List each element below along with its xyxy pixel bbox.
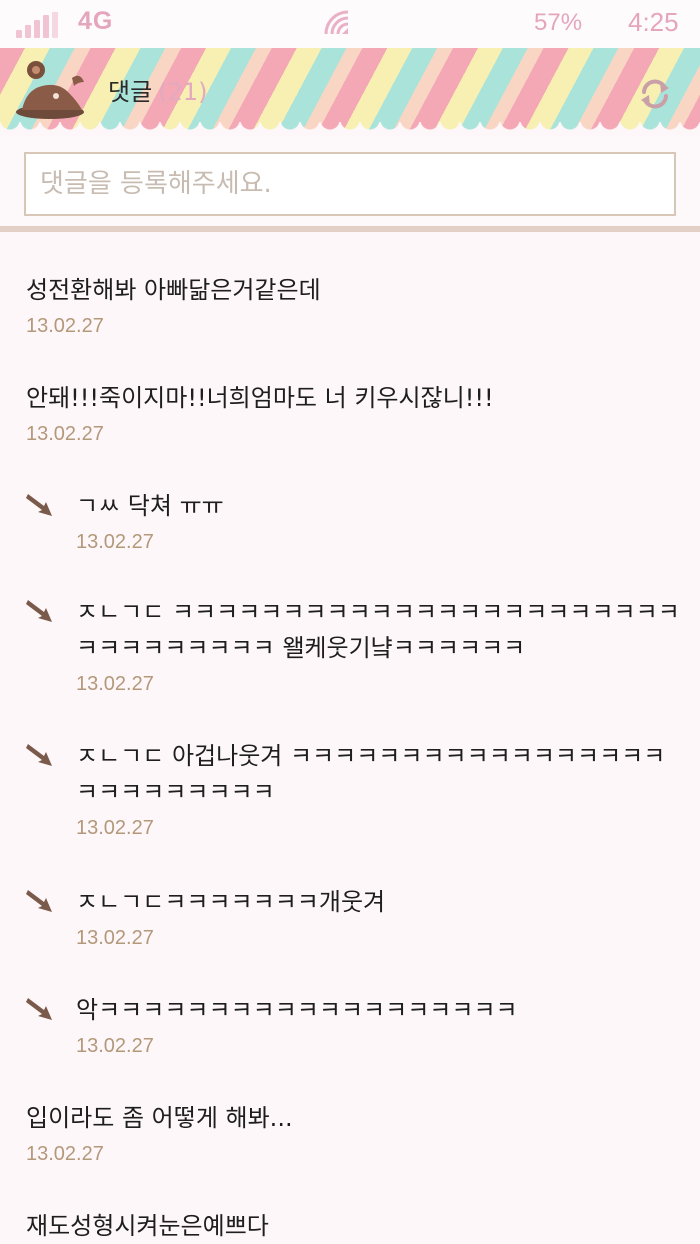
comment-item: 재도성형시켜눈은예쁘다 xyxy=(26,1208,686,1244)
reply-arrow-icon xyxy=(26,494,52,516)
reply-item: ㅈㄴㄱㄷ ㅋㅋㅋㅋㅋㅋㅋㅋㅋㅋㅋㅋㅋㅋㅋㅋㅋㅋㅋㅋㅋㅋㅋㅋㅋㅋㅋㅋㅋㅋㅋㅋ 왤케… xyxy=(76,594,686,698)
comments-header: 댓글 (21) xyxy=(0,48,700,138)
comment-date: 13.02.27 xyxy=(26,423,104,445)
comment-item: 입이라도 좀 어떻게 해봐... 13.02.27 xyxy=(26,1100,686,1168)
comment-input-area xyxy=(0,136,700,232)
comment-item: 안돼!!!죽이지마!!너희엄마도 너 키우시잖니!!! 13.02.27 xyxy=(26,380,686,448)
comment-date: 13.02.27 xyxy=(76,1035,154,1057)
comment-text: 입이라도 좀 어떻게 해봐... xyxy=(26,1104,293,1132)
comment-date: 13.02.27 xyxy=(76,531,154,553)
reply-item: 악ㅋㅋㅋㅋㅋㅋㅋㅋㅋㅋㅋㅋㅋㅋㅋㅋㅋㅋㅋ 13.02.27 xyxy=(76,992,686,1060)
comment-count: (21) xyxy=(158,78,208,106)
reply-arrow-icon xyxy=(26,998,52,1020)
comment-input[interactable] xyxy=(24,152,676,216)
header-title: 댓글 (21) xyxy=(108,72,207,107)
reply-item: ㄱㅆ 닥쳐 ㅠㅠ 13.02.27 xyxy=(76,488,686,556)
reply-item: ㅈㄴㄱㄷ 아겁나웃겨 ㅋㅋㅋㅋㅋㅋㅋㅋㅋㅋㅋㅋㅋㅋㅋㅋㅋㅋㅋㅋㅋㅋㅋㅋㅋㅋ 13… xyxy=(76,738,686,842)
comment-date: 13.02.27 xyxy=(26,1143,104,1165)
status-clock: 4:25 xyxy=(628,7,679,37)
reply-arrow-icon xyxy=(26,744,52,766)
reply-arrow-icon xyxy=(26,600,52,622)
chocolate-mascot-icon xyxy=(16,61,84,119)
comment-text: ㅈㄴㄱㄷ 아겁나웃겨 ㅋㅋㅋㅋㅋㅋㅋㅋㅋㅋㅋㅋㅋㅋㅋㅋㅋㅋㅋㅋㅋㅋㅋㅋㅋㅋ xyxy=(76,742,666,806)
comment-text: 안돼!!!죽이지마!!너희엄마도 너 키우시잖니!!! xyxy=(26,384,494,412)
comment-date: 13.02.27 xyxy=(76,673,154,695)
reply-item: ㅈㄴㄱㄷㅋㅋㅋㅋㅋㅋㅋ개웃겨 13.02.27 xyxy=(76,884,686,952)
comment-text: 성전환해봐 아빠닮은거같은데 xyxy=(26,276,321,304)
comment-date: 13.02.27 xyxy=(26,315,104,337)
comment-text: 재도성형시켜눈은예쁘다 xyxy=(26,1212,269,1240)
comment-date: 13.02.27 xyxy=(76,817,154,839)
comment-text: ㅈㄴㄱㄷ ㅋㅋㅋㅋㅋㅋㅋㅋㅋㅋㅋㅋㅋㅋㅋㅋㅋㅋㅋㅋㅋㅋㅋㅋㅋㅋㅋㅋㅋㅋㅋㅋ 왤케… xyxy=(76,598,680,662)
network-type: 4G xyxy=(78,7,114,35)
status-bar: 4G 57% 4:25 xyxy=(0,0,700,48)
comment-text: ㄱㅆ 닥쳐 ㅠㅠ xyxy=(76,492,224,520)
refresh-icon[interactable] xyxy=(636,78,674,110)
reply-arrow-icon xyxy=(26,890,52,912)
header-title-label: 댓글 xyxy=(108,78,153,106)
signal-icon xyxy=(16,12,58,38)
comment-item: 성전환해봐 아빠닮은거같은데 13.02.27 xyxy=(26,272,686,340)
comment-date: 13.02.27 xyxy=(76,927,154,949)
battery-level: 57% xyxy=(534,9,583,36)
comment-text: 악ㅋㅋㅋㅋㅋㅋㅋㅋㅋㅋㅋㅋㅋㅋㅋㅋㅋㅋㅋ xyxy=(76,996,518,1024)
wifi-icon xyxy=(324,10,349,35)
comment-text: ㅈㄴㄱㄷㅋㅋㅋㅋㅋㅋㅋ개웃겨 xyxy=(76,888,386,916)
